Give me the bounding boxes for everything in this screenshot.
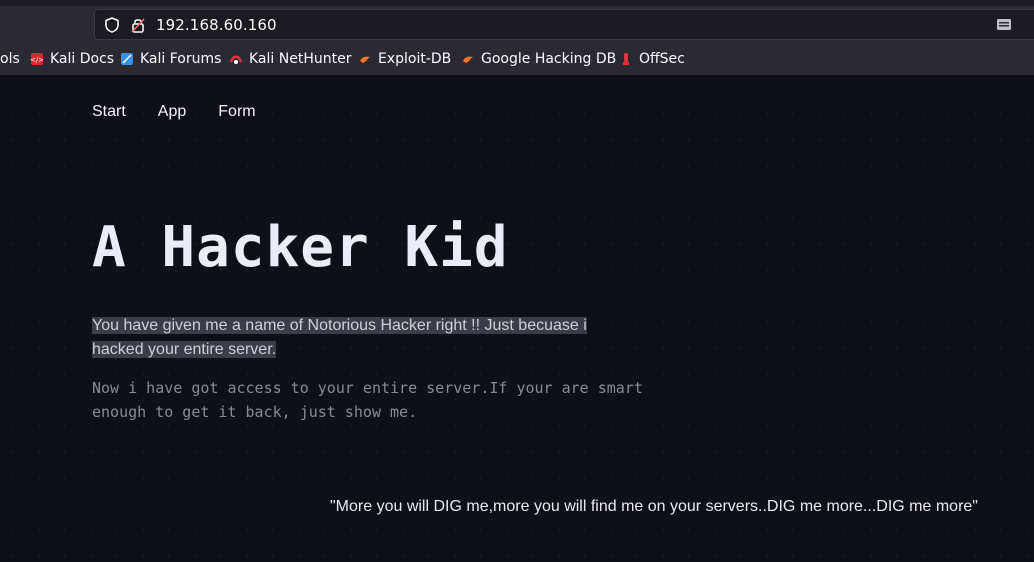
svg-text:</>: </> xyxy=(30,56,44,64)
bookmark-label: OffSec xyxy=(639,51,685,67)
exploit-db-icon xyxy=(360,56,370,63)
reader-view-icon[interactable] xyxy=(995,16,1013,34)
bookmark-label: Exploit-DB xyxy=(378,51,452,67)
bookmark-exploit-db[interactable]: Exploit-DB xyxy=(358,51,451,67)
page-title: A Hacker Kid xyxy=(92,215,509,280)
highlighted-lead-text: You have given me a name of Notorious Ha… xyxy=(92,314,612,362)
offsec-icon xyxy=(623,53,629,65)
bookmark-google-hacking-db[interactable]: Google Hacking DB xyxy=(461,51,616,67)
insecure-lock-icon[interactable] xyxy=(129,16,147,34)
lead-text: You have given me a name of Notorious Ha… xyxy=(92,317,587,358)
tab-strip xyxy=(0,0,1034,6)
google-hacking-db-icon xyxy=(463,56,473,63)
url-text[interactable]: 192.168.60.160 xyxy=(156,16,277,34)
bookmark-label: Kali Forums xyxy=(140,51,222,67)
kali-forums-icon xyxy=(121,53,133,65)
address-bar[interactable]: 192.168.60.160 xyxy=(94,9,1034,40)
bookmark-kali-nethunter[interactable]: Kali NetHunter xyxy=(229,51,351,67)
browser-chrome: 192.168.60.160 ols </> Kali Docs Kali Fo… xyxy=(0,0,1034,75)
bookmark-label: ols xyxy=(0,51,20,67)
bookmark-label: Kali Docs xyxy=(50,51,115,67)
bookmark-label: Kali NetHunter xyxy=(249,51,352,67)
nav-form[interactable]: Form xyxy=(218,103,255,121)
top-nav: Start App Form xyxy=(92,103,288,121)
kali-docs-icon: </> xyxy=(30,53,44,65)
bookmark-offsec[interactable]: OffSec xyxy=(619,51,685,67)
bookmark-kali-docs[interactable]: </> Kali Docs xyxy=(30,51,114,67)
nav-start[interactable]: Start xyxy=(92,103,126,121)
kali-nethunter-icon xyxy=(229,55,243,64)
bookmark-kali-forums[interactable]: Kali Forums xyxy=(120,51,221,67)
page-content: Start App Form A Hacker Kid You have giv… xyxy=(0,75,1034,562)
dig-quote: "More you will DIG me,more you will find… xyxy=(330,498,978,515)
description-paragraph: Now i have got access to your entire ser… xyxy=(92,379,643,421)
bookmark-tools[interactable]: ols xyxy=(0,51,20,67)
bookmark-label: Google Hacking DB xyxy=(481,51,617,67)
shield-icon[interactable] xyxy=(103,16,121,34)
bookmarks-bar: ols </> Kali Docs Kali Forums Kali NetHu… xyxy=(0,44,1034,75)
nav-app[interactable]: App xyxy=(158,103,186,121)
